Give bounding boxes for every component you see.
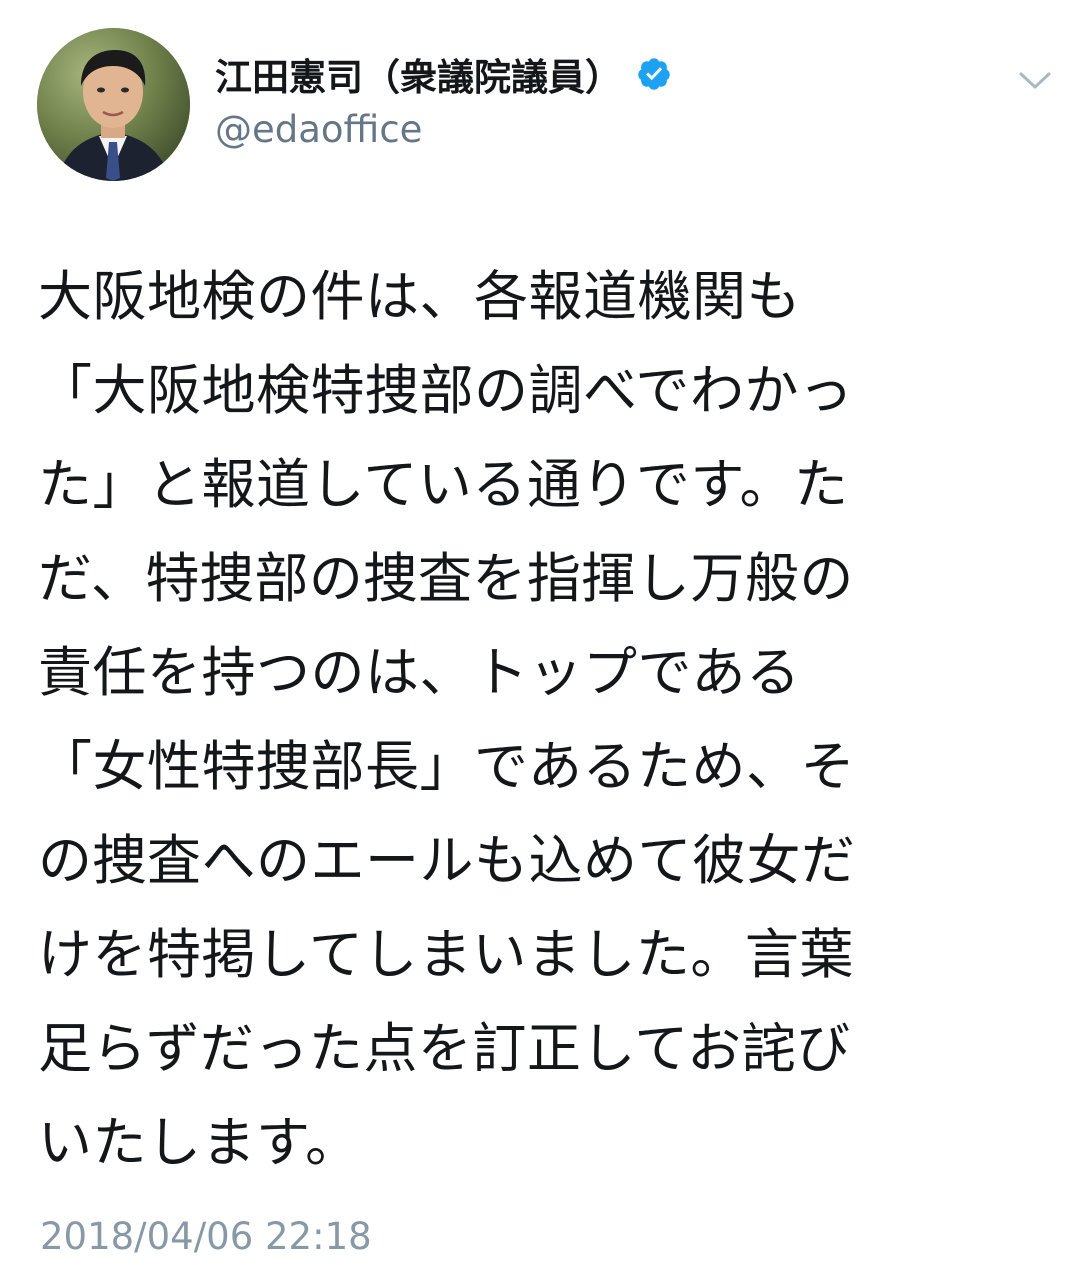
tweet-text-line: の捜査へのエールも込めて彼女だ bbox=[38, 829, 856, 892]
tweet-text-line: 足らずだった点を訂正してお詫び bbox=[38, 1017, 851, 1080]
display-name[interactable]: 江田憲司（衆議院議員） bbox=[215, 47, 622, 101]
tweet-timestamp[interactable]: 2018/04/06 22:18 bbox=[40, 1215, 372, 1258]
tweet-text-line: 大阪地検の件は、各報道機関も bbox=[38, 265, 801, 328]
tweet-text-line: だ、特捜部の捜査を指揮し万般の bbox=[38, 547, 854, 610]
tweet-text-line: 「女性特捜部長」であるため、そ bbox=[38, 735, 855, 798]
tweet-card: 江田憲司（衆議院議員） @edaoffice 大阪地検の件は、各報道機関も 「大… bbox=[0, 0, 1085, 1283]
chevron-down-icon[interactable] bbox=[1015, 65, 1055, 95]
user-handle[interactable]: @edaoffice bbox=[215, 108, 935, 151]
tweet-text-line: いたします。 bbox=[38, 1111, 360, 1174]
verified-badge-icon bbox=[638, 58, 670, 90]
profile-photo-icon bbox=[37, 28, 190, 181]
tweet-text-line: 「大阪地検特捜部の調べでわかっ bbox=[38, 359, 854, 422]
avatar[interactable] bbox=[37, 28, 190, 181]
tweet-text-line: 責任を持つのは、トップである bbox=[38, 641, 801, 704]
author-block: 江田憲司（衆議院議員） @edaoffice bbox=[215, 46, 935, 151]
tweet-text-line: た」と報道している通りです。た bbox=[38, 453, 849, 516]
name-row: 江田憲司（衆議院議員） bbox=[215, 46, 935, 102]
tweet-text: 大阪地検の件は、各報道機関も 「大阪地検特捜部の調べでわかっ た」と報道している… bbox=[38, 250, 1048, 1190]
tweet-text-line: けを特掲してしまいました。言葉 bbox=[38, 923, 854, 986]
